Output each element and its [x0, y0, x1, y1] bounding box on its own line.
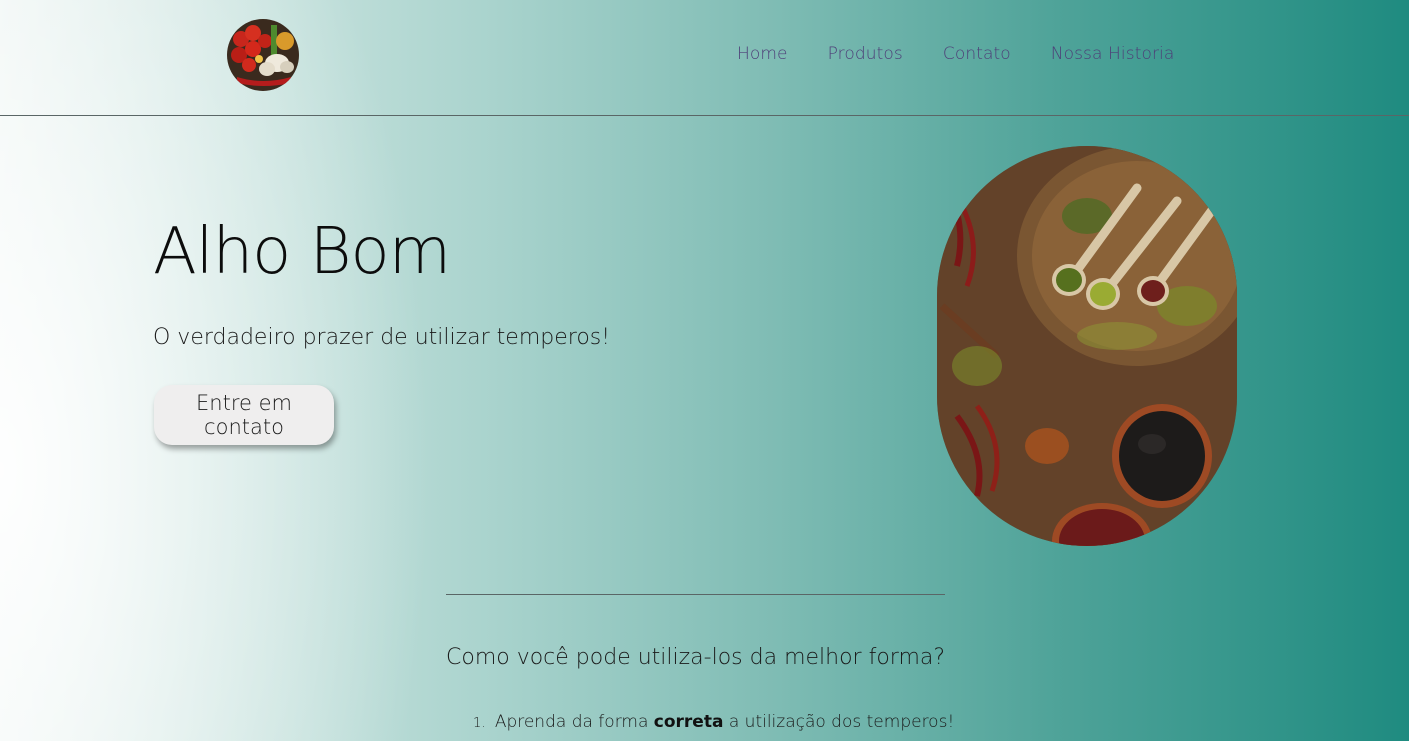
main-nav: Home Produtos Contato Nossa Historia — [737, 44, 1174, 64]
list-item-number: 1. — [473, 716, 486, 731]
nav-produtos-link[interactable]: Produtos — [828, 44, 903, 64]
nav-contato-link[interactable]: Contato — [943, 44, 1011, 64]
tips-list: 1. Aprenda da forma correta a utilização… — [446, 712, 954, 732]
list-item-text-before: Aprenda da forma — [494, 712, 649, 732]
section-title: Como você pode utiliza-los da melhor for… — [446, 645, 946, 670]
hero-spices-image — [937, 146, 1237, 546]
site-header: Home Produtos Contato Nossa Historia — [0, 0, 1409, 116]
list-item-text-after: a utilização dos temperos! — [728, 712, 955, 732]
section-divider — [446, 594, 945, 595]
list-item: 1. Aprenda da forma correta a utilização… — [446, 712, 954, 732]
list-item-emphasis: correta — [653, 712, 724, 732]
logo-image[interactable] — [227, 19, 299, 91]
hero-subtitle: O verdadeiro prazer de utilizar temperos… — [153, 325, 611, 350]
contact-button[interactable]: Entre em contato — [154, 385, 334, 445]
nav-home-link[interactable]: Home — [737, 44, 788, 64]
nav-nossa-historia-link[interactable]: Nossa Historia — [1051, 44, 1175, 64]
hero-title: Alho Bom — [153, 215, 451, 289]
